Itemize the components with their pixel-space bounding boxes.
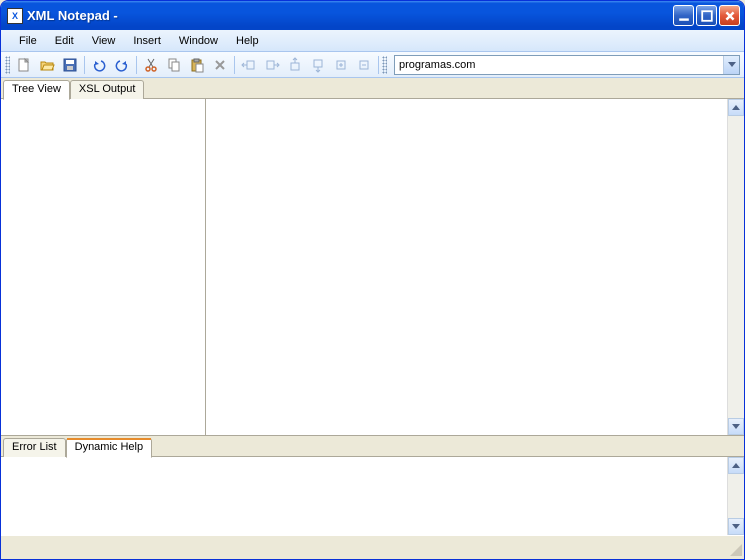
open-folder-icon	[39, 57, 55, 73]
bottom-panel	[1, 457, 744, 535]
tree-pane[interactable]	[1, 99, 206, 435]
tab-xsl-output-label: XSL Output	[79, 83, 135, 95]
toolbar-grip-2[interactable]	[382, 56, 387, 74]
tab-dynamic-help[interactable]: Dynamic Help	[66, 438, 152, 458]
toolbar-grip[interactable]	[5, 56, 10, 74]
tab-dynamic-help-label: Dynamic Help	[75, 441, 143, 453]
tab-error-list[interactable]: Error List	[3, 438, 66, 457]
content-pane	[206, 99, 744, 435]
copy-icon	[166, 57, 182, 73]
toolbar: programas.com	[1, 52, 744, 78]
menu-file[interactable]: File	[11, 32, 45, 50]
cut-button[interactable]	[140, 54, 162, 76]
new-button[interactable]	[13, 54, 35, 76]
scroll-down-button[interactable]	[728, 418, 744, 435]
nudge-up-button[interactable]	[284, 54, 306, 76]
cut-icon	[143, 57, 159, 73]
chevron-down-icon	[728, 62, 736, 67]
menu-view[interactable]: View	[84, 32, 124, 50]
tab-error-list-label: Error List	[12, 441, 57, 453]
scroll-track[interactable]	[728, 116, 744, 418]
nudge-right-button[interactable]	[261, 54, 283, 76]
copy-button[interactable]	[163, 54, 185, 76]
status-bar	[1, 535, 744, 558]
window-title: XML Notepad -	[27, 8, 673, 23]
scroll-up-button[interactable]	[728, 457, 744, 474]
main-area	[1, 99, 744, 436]
collapse-button[interactable]	[353, 54, 375, 76]
tab-xsl-output[interactable]: XSL Output	[70, 80, 144, 99]
nudge-left-button[interactable]	[238, 54, 260, 76]
scroll-up-button[interactable]	[728, 99, 744, 116]
chevron-down-icon	[732, 424, 740, 429]
close-button[interactable]	[719, 5, 740, 26]
open-button[interactable]	[36, 54, 58, 76]
scroll-track[interactable]	[728, 474, 744, 518]
chevron-up-icon	[732, 463, 740, 468]
window-controls	[673, 5, 740, 26]
menu-bar: File Edit View Insert Window Help	[1, 30, 744, 52]
menu-edit[interactable]: Edit	[47, 32, 82, 50]
menu-help[interactable]: Help	[228, 32, 267, 50]
nudge-left-icon	[241, 57, 257, 73]
address-value: programas.com	[399, 59, 475, 71]
bottom-tabstrip: Error List Dynamic Help	[1, 436, 744, 457]
save-icon	[62, 57, 78, 73]
expand-icon	[333, 57, 349, 73]
dynamic-help-content[interactable]	[1, 457, 727, 535]
undo-button[interactable]	[88, 54, 110, 76]
paste-icon	[189, 57, 205, 73]
nudge-down-button[interactable]	[307, 54, 329, 76]
menu-window[interactable]: Window	[171, 32, 226, 50]
top-tabstrip: Tree View XSL Output	[1, 78, 744, 99]
delete-icon	[212, 57, 228, 73]
chevron-up-icon	[732, 105, 740, 110]
scroll-down-button[interactable]	[728, 518, 744, 535]
address-combobox[interactable]: programas.com	[394, 55, 740, 75]
content-scrollbar[interactable]	[727, 99, 744, 435]
minimize-button[interactable]	[673, 5, 694, 26]
redo-icon	[114, 57, 130, 73]
resize-grip[interactable]	[729, 543, 742, 556]
tab-tree-view-label: Tree View	[12, 83, 61, 95]
bottom-scrollbar[interactable]	[727, 457, 744, 535]
content-editor[interactable]	[206, 99, 727, 435]
undo-icon	[91, 57, 107, 73]
redo-button[interactable]	[111, 54, 133, 76]
nudge-right-icon	[264, 57, 280, 73]
collapse-icon	[356, 57, 372, 73]
nudge-up-icon	[287, 57, 303, 73]
tab-tree-view[interactable]: Tree View	[3, 80, 70, 100]
title-bar: X XML Notepad -	[1, 1, 744, 30]
nudge-down-icon	[310, 57, 326, 73]
address-dropdown-button[interactable]	[723, 56, 739, 74]
paste-button[interactable]	[186, 54, 208, 76]
chevron-down-icon	[732, 524, 740, 529]
menu-insert[interactable]: Insert	[125, 32, 169, 50]
new-file-icon	[16, 57, 32, 73]
maximize-button[interactable]	[696, 5, 717, 26]
app-icon: X	[7, 8, 23, 24]
delete-button[interactable]	[209, 54, 231, 76]
save-button[interactable]	[59, 54, 81, 76]
expand-button[interactable]	[330, 54, 352, 76]
